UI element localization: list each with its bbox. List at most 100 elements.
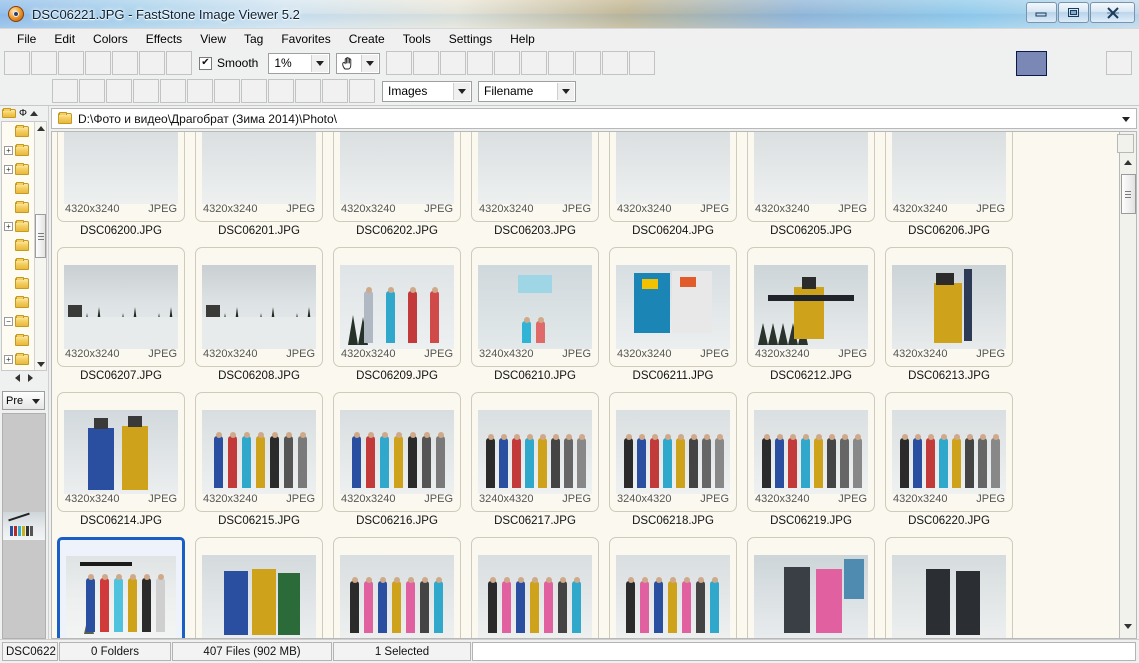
thumbnail-cell[interactable]: 4320x3240JPEGDSC06200.JPG: [52, 131, 190, 247]
expand-icon[interactable]: +: [4, 165, 13, 174]
toolbar2-button-3[interactable]: [106, 79, 132, 103]
menu-view[interactable]: View: [191, 30, 235, 49]
thumbnail-cell[interactable]: 3240x4320JPEGDSC06210.JPG: [466, 247, 604, 392]
thumbnail-cell[interactable]: 4320x3240JPEGDSC06220.JPG: [880, 392, 1018, 537]
thumbnail-tile[interactable]: 4320x3240JPEG: [747, 131, 875, 222]
address-bar[interactable]: D:\Фото и видео\Драгобрат (Зима 2014)\Ph…: [51, 108, 1137, 129]
toolbar2-button-5[interactable]: [160, 79, 186, 103]
thumbnail-scrollbar[interactable]: [1120, 131, 1137, 639]
thumbnail-cell[interactable]: 4320x3240JPEGDSC06213.JPG: [880, 247, 1018, 392]
toolbar-button-4[interactable]: [85, 51, 111, 75]
smooth-checkbox-wrap[interactable]: ✔ Smooth: [199, 56, 258, 70]
thumbnail-cell[interactable]: 4320x3240JPEGDSC06214.JPG: [52, 392, 190, 537]
scroll-down-icon[interactable]: [35, 358, 47, 370]
toolbar-button-last[interactable]: [1106, 51, 1132, 75]
thumbnail-scroll-thumb[interactable]: [1121, 174, 1136, 214]
menu-help[interactable]: Help: [501, 30, 544, 49]
menu-tools[interactable]: Tools: [394, 30, 440, 49]
toolbar-button-9[interactable]: [413, 51, 439, 75]
thumbnail-tile[interactable]: 4320x3240JPEG: [195, 392, 323, 512]
scroll-left-icon[interactable]: [15, 374, 20, 382]
scroll-right-icon[interactable]: [28, 374, 33, 382]
thumbnail-tile[interactable]: 4320x3240JPEG: [195, 247, 323, 367]
folder-tree-list[interactable]: + + + − +: [1, 121, 47, 371]
chevron-down-icon[interactable]: [311, 55, 328, 72]
collapse-icon[interactable]: −: [4, 317, 13, 326]
close-button[interactable]: [1090, 2, 1135, 23]
thumbnail-tile[interactable]: 4320x3240JPEG: [57, 131, 185, 222]
toolbar-button-8[interactable]: [386, 51, 412, 75]
toolbar-button-15[interactable]: [575, 51, 601, 75]
thumbnail-cell[interactable]: 4320x3240JPEGDSC06211.JPG: [604, 247, 742, 392]
toolbar-button-7[interactable]: [166, 51, 192, 75]
thumbnail-cell[interactable]: 4320x3240JPEGDSC06202.JPG: [328, 131, 466, 247]
thumbnail-tile[interactable]: 4320x3240JPEG: [885, 131, 1013, 222]
thumbnail-cell[interactable]: 4320x3240JPEGDSC06203.JPG: [466, 131, 604, 247]
scroll-up-icon[interactable]: [35, 122, 47, 134]
toolbar2-button-9[interactable]: [268, 79, 294, 103]
thumbnail-tile[interactable]: 3240x4320JPEG: [471, 247, 599, 367]
thumbnail-cell[interactable]: 4320x3240JPEGDSC06228.JPG: [466, 537, 604, 639]
menu-file[interactable]: File: [8, 30, 45, 49]
toolbar2-button-12[interactable]: [349, 79, 375, 103]
thumbnail-tile-selected[interactable]: 4320x3240JPEG: [57, 537, 185, 639]
toolbar-button-5[interactable]: [112, 51, 138, 75]
smooth-checkbox[interactable]: ✔: [199, 57, 212, 70]
menu-create[interactable]: Create: [340, 30, 394, 49]
zoom-level-combo[interactable]: 1%: [268, 53, 330, 74]
thumbnail-cell[interactable]: 4320x3240JPEGDSC06215.JPG: [190, 392, 328, 537]
expand-icon[interactable]: +: [4, 222, 13, 231]
thumbnail-tile[interactable]: 4320x3240JPEG: [333, 247, 461, 367]
menu-tag[interactable]: Tag: [235, 30, 272, 49]
toolbar2-button-10[interactable]: [295, 79, 321, 103]
thumbnail-tile[interactable]: 4320x3240JPEG: [885, 247, 1013, 367]
thumbnail-tile[interactable]: 4320x3240JPEG: [471, 537, 599, 639]
toolbar-button-3[interactable]: [58, 51, 84, 75]
toolbar-button-13[interactable]: [521, 51, 547, 75]
thumbnail-tile[interactable]: 4320x3240JPEG: [333, 392, 461, 512]
toolbar2-button-7[interactable]: [214, 79, 240, 103]
thumbnail-tile[interactable]: 4320x3240JPEG: [747, 392, 875, 512]
toolbar-button-10[interactable]: [440, 51, 466, 75]
sort-by-combo[interactable]: Filename: [478, 81, 576, 102]
chevron-down-icon[interactable]: [1122, 117, 1130, 122]
thumbnail-tile[interactable]: 4320x3240JPEG: [747, 247, 875, 367]
toolbar2-button-2[interactable]: [79, 79, 105, 103]
chevron-down-icon[interactable]: [557, 83, 574, 100]
color-swatch-button[interactable]: [1016, 51, 1047, 76]
thumbnail-tile[interactable]: 3240x4320JPEG: [609, 392, 737, 512]
thumbnail-tile[interactable]: 4320x3240JPEG: [609, 247, 737, 367]
toolbar-button-1[interactable]: [4, 51, 30, 75]
menu-colors[interactable]: Colors: [84, 30, 137, 49]
chevron-down-icon[interactable]: [361, 55, 378, 72]
thumbnail-tile[interactable]: 4320x3240JPEG: [471, 131, 599, 222]
thumbnail-cell[interactable]: 4320x3240JPEGDSC06209.JPG: [328, 247, 466, 392]
thumbnail-tile[interactable]: 4320x3240JPEG: [885, 537, 1013, 639]
thumbnail-tile[interactable]: 4320x3240JPEG: [885, 392, 1013, 512]
thumbnail-cell[interactable]: 4320x3240JPEGDSC06229.JPG: [604, 537, 742, 639]
chevron-down-icon[interactable]: [32, 399, 40, 404]
expand-icon[interactable]: +: [4, 355, 13, 364]
thumbnail-tile[interactable]: 4320x3240JPEG: [57, 247, 185, 367]
thumbnail-cell[interactable]: 4320x3240JPEGDSC06201.JPG: [190, 131, 328, 247]
menu-favorites[interactable]: Favorites: [272, 30, 339, 49]
thumbnail-cell[interactable]: 4320x3240JPEGDSC06205.JPG: [742, 131, 880, 247]
thumbnail-cell[interactable]: 4320x3240JPEGDSC06219.JPG: [742, 392, 880, 537]
preview-mode-combo[interactable]: Pre: [2, 391, 45, 410]
scroll-down-icon[interactable]: [1120, 618, 1136, 634]
thumbnail-cell[interactable]: 4320x3240JPEGDSC06221.JPG: [52, 537, 190, 639]
thumbnail-cell[interactable]: 3240x4320JPEGDSC06217.JPG: [466, 392, 604, 537]
thumbnail-tile[interactable]: 4320x3240JPEG: [195, 131, 323, 222]
thumbnail-cell[interactable]: 4320x3240JPEGDSC06216.JPG: [328, 392, 466, 537]
thumbnail-cell[interactable]: 4320x3240JPEGDSC06230.JPG: [742, 537, 880, 639]
expand-icon[interactable]: +: [4, 146, 13, 155]
preview-pane[interactable]: [2, 413, 46, 639]
file-type-filter-combo[interactable]: Images: [382, 81, 472, 102]
maximize-button[interactable]: [1058, 2, 1089, 23]
thumbnail-tile[interactable]: 3240x4320JPEG: [471, 392, 599, 512]
thumbnail-tile[interactable]: 4320x3240JPEG: [333, 131, 461, 222]
tri-up-icon[interactable]: [30, 111, 38, 116]
toolbar2-button-1[interactable]: [52, 79, 78, 103]
pan-tool-combo[interactable]: [336, 53, 380, 74]
thumbnail-cell[interactable]: 4320x3240JPEGDSC06227.JPG: [328, 537, 466, 639]
